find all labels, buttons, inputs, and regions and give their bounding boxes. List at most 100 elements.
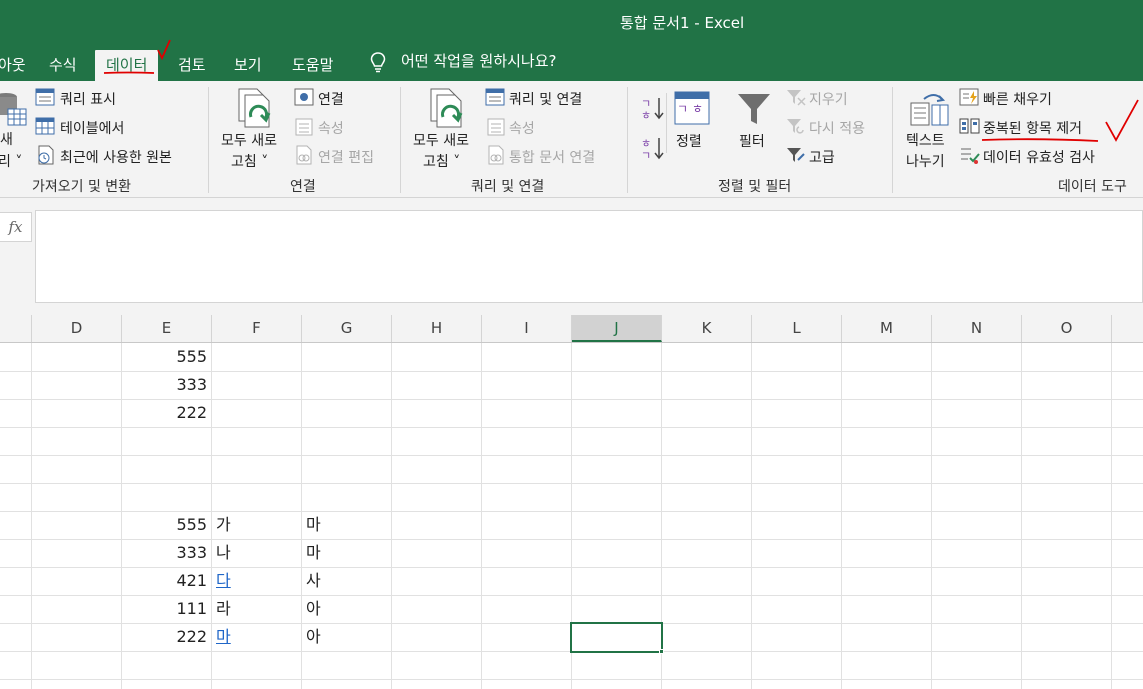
properties-button[interactable]: 속성 <box>318 118 344 138</box>
refresh-all-label-2[interactable]: 고침 ˅ <box>423 151 460 171</box>
group-label-connections: 연결 <box>290 179 316 195</box>
lightbulb-icon[interactable] <box>369 51 387 73</box>
show-queries-icon <box>35 88 55 106</box>
workbook-links-button[interactable]: 통합 문서 연결 <box>509 147 595 167</box>
text-to-columns-label-1[interactable]: 텍스트 <box>906 130 945 150</box>
reapply-icon <box>787 119 804 134</box>
svg-text:ㄱ: ㄱ <box>677 102 688 116</box>
cell-e-row8[interactable]: 333 <box>122 539 211 567</box>
formula-input[interactable] <box>35 210 1143 303</box>
cell-e-row10[interactable]: 111 <box>122 595 211 623</box>
cell-e-row11[interactable]: 222 <box>122 623 211 651</box>
gridline <box>391 343 392 689</box>
data-validation-button[interactable]: 데이터 유효성 검사 <box>983 147 1095 167</box>
ribbon-separator <box>208 87 209 193</box>
new-query-label-2[interactable]: 리 ˅ <box>0 151 22 171</box>
reapply-button[interactable]: 다시 적용 <box>809 118 865 138</box>
data-validation-icon <box>961 148 980 164</box>
clear-button[interactable]: 지우기 <box>809 89 848 109</box>
column-header-c[interactable] <box>0 315 32 342</box>
text-to-columns-label-2[interactable]: 나누기 <box>906 151 945 171</box>
sort-icon[interactable]: ㄱ ㅎ <box>674 91 710 125</box>
refresh-all-label-1[interactable]: 모두 새로 <box>413 130 469 150</box>
from-table-button[interactable]: 테이블에서 <box>60 118 124 138</box>
queries-connections-button[interactable]: 쿼리 및 연결 <box>509 89 582 109</box>
properties-icon <box>487 118 505 136</box>
recent-sources-button[interactable]: 최근에 사용한 원본 <box>60 147 172 167</box>
ribbon-separator <box>400 87 401 193</box>
edit-links-icon <box>296 145 312 165</box>
worksheet-grid[interactable]: 555 333 222 555 333 421 111 222 가 나 다 라 … <box>0 343 1143 689</box>
tab-formulas[interactable]: 수식 <box>49 50 77 81</box>
column-header-g[interactable]: G <box>302 315 392 342</box>
filter-button[interactable]: 필터 <box>739 131 765 151</box>
tab-review[interactable]: 검토 <box>178 50 206 81</box>
refresh-all-icon[interactable] <box>235 87 277 131</box>
column-header-f[interactable]: F <box>212 315 302 342</box>
cell-e-row2[interactable]: 333 <box>122 371 211 399</box>
column-header-e[interactable]: E <box>122 315 212 342</box>
active-cell-selection[interactable] <box>570 622 663 653</box>
refresh-all-label-2[interactable]: 고침 ˅ <box>231 151 268 171</box>
ribbon-separator <box>627 87 628 193</box>
column-header-n[interactable]: N <box>932 315 1022 342</box>
show-queries-button[interactable]: 쿼리 표시 <box>60 89 116 109</box>
cell-e-row1[interactable]: 555 <box>122 343 211 371</box>
ribbon-separator <box>892 87 893 193</box>
sort-ascending-icon[interactable]: ㄱ ㅎ <box>640 95 666 121</box>
insert-function-button[interactable]: fx <box>0 212 32 242</box>
from-table-icon <box>35 117 55 135</box>
excel-window: { "window": { "title": "통합 문서1 - Excel" … <box>0 0 1143 689</box>
advanced-button[interactable]: 고급 <box>809 147 835 167</box>
column-header-row: D E F G H I J K L M N O <box>0 315 1143 343</box>
gridline <box>841 343 842 689</box>
tab-help[interactable]: 도움말 <box>292 50 333 81</box>
new-query-icon[interactable] <box>0 91 28 131</box>
cell-f-row10[interactable]: 라 <box>212 595 301 623</box>
cell-e-row9[interactable]: 421 <box>122 567 211 595</box>
tab-page-layout[interactable]: 아웃 <box>0 50 26 81</box>
connections-button[interactable]: 연결 <box>318 89 344 109</box>
column-header-m[interactable]: M <box>842 315 932 342</box>
refresh-all-icon[interactable] <box>427 87 469 131</box>
column-header-h[interactable]: H <box>392 315 482 342</box>
ribbon: 새 리 ˅ 쿼리 표시 테이블에서 최근에 사용한 원본 가져오기 및 변환 모… <box>0 81 1143 198</box>
column-header-d[interactable]: D <box>32 315 122 342</box>
refresh-all-label-1[interactable]: 모두 새로 <box>221 130 277 150</box>
group-label-sort-filter: 정렬 및 필터 <box>718 179 792 195</box>
cell-f-row9[interactable]: 다 <box>212 567 301 595</box>
gridline <box>481 343 482 689</box>
filter-icon[interactable] <box>736 91 772 127</box>
cell-f-row11[interactable]: 마 <box>212 623 301 651</box>
column-header-p[interactable] <box>1112 315 1143 342</box>
cell-f-row8[interactable]: 나 <box>212 539 301 567</box>
cell-g-row8[interactable]: 마 <box>302 539 391 567</box>
group-label-queries: 쿼리 및 연결 <box>471 179 545 195</box>
cell-g-row10[interactable]: 아 <box>302 595 391 623</box>
advanced-filter-icon <box>787 148 805 162</box>
cell-g-row9[interactable]: 사 <box>302 567 391 595</box>
new-query-label-1[interactable]: 새 <box>0 129 13 149</box>
cell-f-row7[interactable]: 가 <box>212 511 301 539</box>
cell-g-row7[interactable]: 마 <box>302 511 391 539</box>
column-header-j[interactable]: J <box>572 315 662 342</box>
column-header-i[interactable]: I <box>482 315 572 342</box>
sort-descending-icon[interactable]: ㅎ ㄱ <box>640 135 666 161</box>
ribbon-separator <box>666 93 667 153</box>
column-header-o[interactable]: O <box>1022 315 1112 342</box>
fill-handle[interactable] <box>659 649 664 654</box>
cell-e-row7[interactable]: 555 <box>122 511 211 539</box>
column-header-l[interactable]: L <box>752 315 842 342</box>
text-to-columns-icon[interactable] <box>910 91 950 127</box>
sort-button[interactable]: 정렬 <box>676 131 702 151</box>
workbook-links-icon <box>488 145 504 165</box>
connections-icon <box>294 88 314 106</box>
properties-button[interactable]: 속성 <box>509 118 535 138</box>
tell-me-search[interactable]: 어떤 작업을 원하시나요? <box>401 50 557 71</box>
cell-g-row11[interactable]: 아 <box>302 623 391 651</box>
cell-e-row3[interactable]: 222 <box>122 399 211 427</box>
group-label-get-transform: 가져오기 및 변환 <box>32 179 132 195</box>
column-header-k[interactable]: K <box>662 315 752 342</box>
tab-view[interactable]: 보기 <box>234 50 262 81</box>
edit-links-button[interactable]: 연결 편집 <box>318 147 374 167</box>
